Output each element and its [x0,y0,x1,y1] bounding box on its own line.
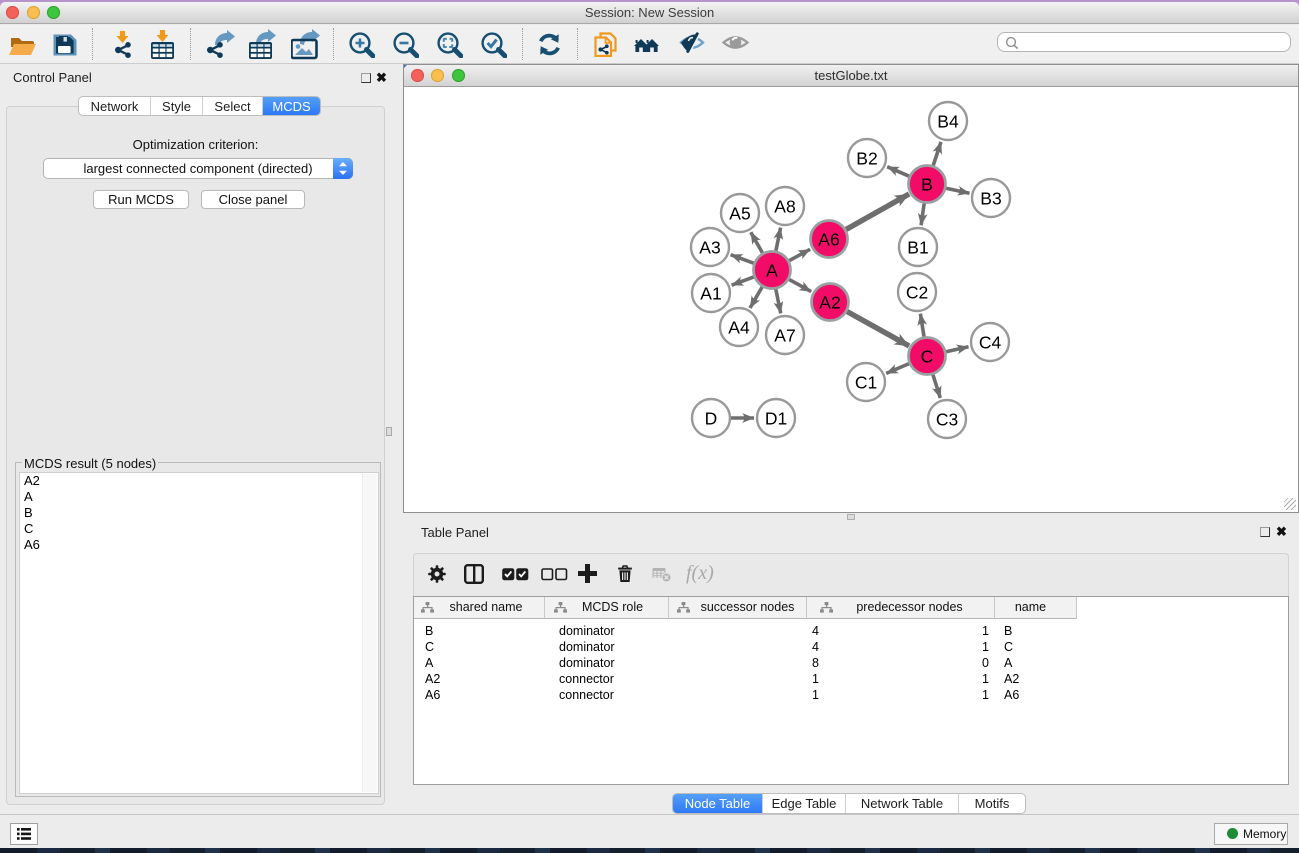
svg-text:A: A [766,260,778,280]
svg-text:A2: A2 [819,292,840,312]
svg-text:A6: A6 [818,229,839,249]
svg-text:B: B [921,174,933,194]
svg-text:A5: A5 [729,203,750,223]
svg-text:D1: D1 [765,408,787,428]
svg-text:D: D [705,408,718,428]
svg-text:C: C [921,346,934,366]
svg-text:B4: B4 [937,111,959,131]
svg-text:A1: A1 [700,283,721,303]
svg-text:A3: A3 [699,237,720,257]
svg-text:B1: B1 [907,237,928,257]
svg-text:C2: C2 [906,282,928,302]
svg-text:A4: A4 [728,317,750,337]
svg-text:C4: C4 [979,332,1002,352]
svg-text:C3: C3 [936,409,958,429]
svg-text:B2: B2 [856,148,877,168]
svg-text:B3: B3 [980,188,1001,208]
svg-text:f(x): f(x) [686,563,714,584]
svg-text:A8: A8 [774,196,795,216]
svg-text:A7: A7 [774,325,795,345]
svg-text:C1: C1 [855,372,877,392]
